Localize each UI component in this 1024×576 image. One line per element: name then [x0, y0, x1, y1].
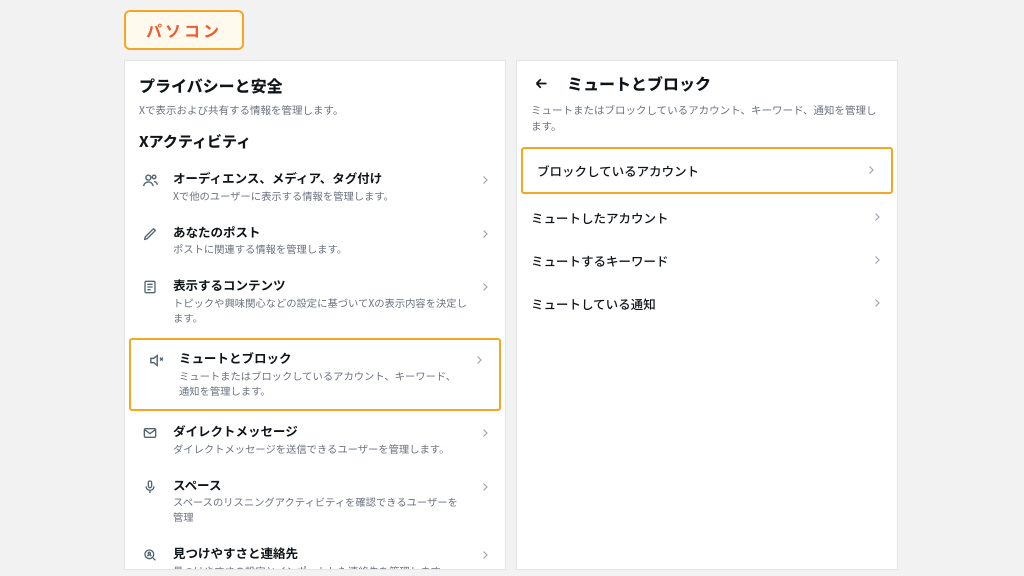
row-label: ブロックしているアカウント [537, 161, 865, 180]
row-label: ミュートしたアカウント [531, 208, 871, 227]
chevron-right-icon [479, 545, 491, 561]
row-mute-and-block[interactable]: ミュートとブロック ミュートまたはブロックしているアカウント、キーワード、通知を… [129, 338, 501, 411]
section-heading-activity: Xアクティビティ [125, 131, 505, 160]
row-muted-keywords[interactable]: ミュートするキーワード [517, 239, 897, 282]
platform-tag: パソコン [124, 10, 244, 50]
chevron-right-icon [479, 277, 491, 293]
mute-icon [145, 350, 167, 369]
row-label: ミュートしている通知 [531, 294, 871, 313]
row-caption: ポストに関連する情報を管理します。 [173, 242, 467, 257]
panel-title: プライバシーと安全 [125, 61, 505, 103]
microphone-icon [139, 477, 161, 495]
row-caption: Xで他のユーザーに表示する情報を管理します。 [173, 189, 467, 204]
row-title: ミュートとブロック [179, 350, 461, 367]
search-person-icon [139, 545, 161, 563]
row-muted-accounts[interactable]: ミュートしたアカウント [517, 196, 897, 239]
privacy-safety-panel: プライバシーと安全 Xで表示および共有する情報を管理します。 Xアクティビティ … [124, 60, 506, 570]
chevron-right-icon [871, 254, 883, 266]
chevron-right-icon [865, 164, 877, 176]
row-blocked-accounts[interactable]: ブロックしているアカウント [521, 147, 893, 194]
row-label: ミュートするキーワード [531, 251, 871, 270]
panel-caption: Xで表示および共有する情報を管理します。 [125, 103, 505, 131]
row-audience-media-tagging[interactable]: オーディエンス、メディア、タグ付け Xで他のユーザーに表示する情報を管理します。 [125, 160, 505, 214]
row-title: あなたのポスト [173, 224, 467, 241]
envelope-icon [139, 423, 161, 441]
pencil-icon [139, 224, 161, 242]
row-title: ダイレクトメッセージ [173, 423, 467, 440]
detail-caption: ミュートまたはブロックしているアカウント、キーワード、通知を管理します。 [517, 101, 897, 145]
row-your-posts[interactable]: あなたのポスト ポストに関連する情報を管理します。 [125, 214, 505, 268]
row-caption: 見つけやすさの設定とインポートした連絡先を管理します。 [173, 564, 467, 570]
row-title: 見つけやすさと連絡先 [173, 545, 467, 562]
row-content-you-see[interactable]: 表示するコンテンツ トピックや興味関心などの設定に基づいてXの表示内容を決定しま… [125, 267, 505, 336]
back-button[interactable] [531, 73, 551, 93]
row-spaces[interactable]: スペース スペースのリスニングアクティビティを確認できるユーザーを管理 [125, 467, 505, 536]
chevron-right-icon [871, 211, 883, 223]
row-muted-notifications[interactable]: ミュートしている通知 [517, 282, 897, 325]
row-title: オーディエンス、メディア、タグ付け [173, 170, 467, 187]
detail-title: ミュートとブロック [567, 71, 711, 95]
row-caption: トピックや興味関心などの設定に基づいてXの表示内容を決定します。 [173, 296, 467, 326]
row-title: スペース [173, 477, 467, 494]
row-caption: スペースのリスニングアクティビティを確認できるユーザーを管理 [173, 495, 467, 525]
row-discoverability[interactable]: 見つけやすさと連絡先 見つけやすさの設定とインポートした連絡先を管理します。 [125, 535, 505, 570]
chevron-right-icon [871, 297, 883, 309]
row-title: 表示するコンテンツ [173, 277, 467, 294]
document-icon [139, 277, 161, 295]
chevron-right-icon [479, 170, 491, 186]
row-direct-messages[interactable]: ダイレクトメッセージ ダイレクトメッセージを送信できるユーザーを管理します。 [125, 413, 505, 467]
chevron-right-icon [473, 350, 485, 366]
chevron-right-icon [479, 477, 491, 493]
people-icon [139, 170, 161, 189]
row-caption: ミュートまたはブロックしているアカウント、キーワード、通知を管理します。 [179, 369, 461, 399]
chevron-right-icon [479, 224, 491, 240]
row-caption: ダイレクトメッセージを送信できるユーザーを管理します。 [173, 442, 467, 457]
mute-block-detail-panel: ミュートとブロック ミュートまたはブロックしているアカウント、キーワード、通知を… [516, 60, 898, 570]
chevron-right-icon [479, 423, 491, 439]
